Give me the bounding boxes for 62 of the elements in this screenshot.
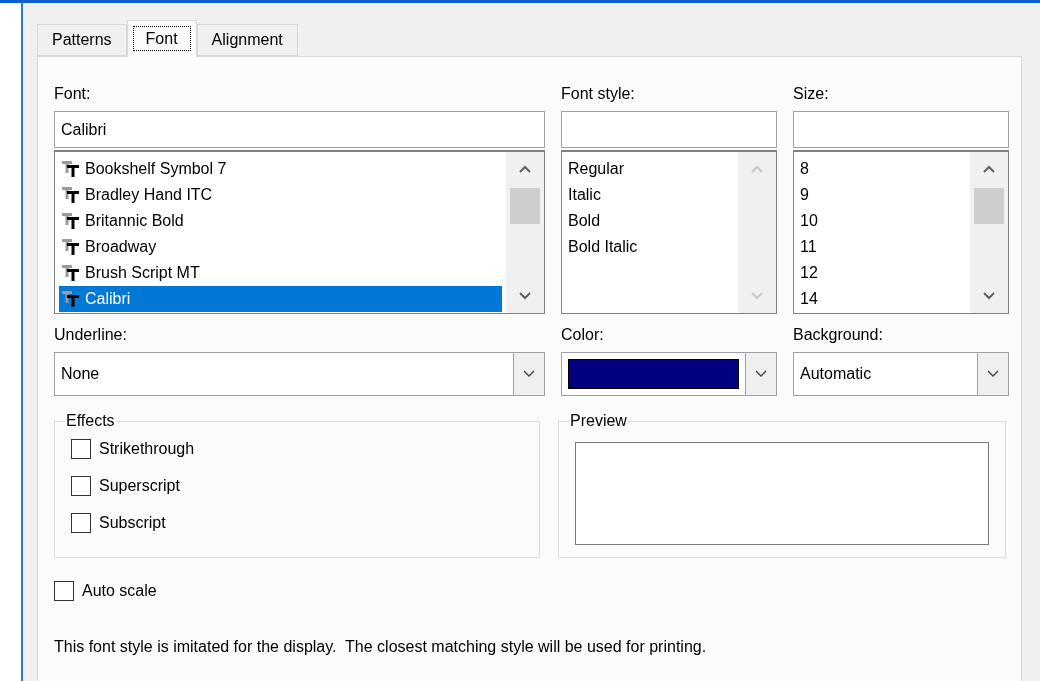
checkbox[interactable] [71,439,91,459]
list-item[interactable]: 14 [798,286,966,312]
checkbox-label: Auto scale [82,582,157,600]
input-field[interactable] [793,111,1009,148]
scroll-thumb[interactable] [974,188,1004,224]
scroll-up-icon[interactable] [982,164,996,174]
list-item[interactable]: 9 [798,182,966,208]
list-item[interactable]: Bookshelf Symbol 7 [59,156,502,182]
input-field[interactable]: Calibri [54,111,545,148]
double-t-icon [61,289,81,309]
list-item[interactable]: Bradley Hand ITC [59,182,502,208]
list-item[interactable]: Broadway [59,234,502,260]
checkbox[interactable] [71,513,91,533]
list-item[interactable]: 8 [798,156,966,182]
list-item[interactable]: Bold [566,208,734,234]
dropdown[interactable]: Automatic [793,352,1009,396]
group-title: Effects [65,412,116,430]
caret-icon [755,370,767,378]
checkbox-label: Superscript [99,477,180,495]
tab[interactable]: Alignment [196,24,298,56]
field-label: Underline: [54,325,128,345]
scrollbar[interactable] [506,152,544,313]
group-title: Preview [569,412,628,430]
scrollbar[interactable] [970,152,1008,313]
caret-icon [987,370,999,378]
dropdown[interactable] [561,352,777,396]
field-label: Background: [793,325,884,345]
list-box[interactable]: Regular Italic Bold Bold Italic [561,150,777,314]
field-label: Font style: [561,84,636,104]
input-field[interactable] [561,111,777,148]
scroll-down-icon[interactable] [518,291,532,301]
checkbox[interactable] [71,476,91,496]
list-item[interactable]: Britannic Bold [59,208,502,234]
double-t-icon [61,159,81,179]
dropdown[interactable]: None [54,352,545,396]
list-item[interactable]: Italic [566,182,734,208]
scroll-down-icon[interactable] [982,291,996,301]
double-t-icon [61,185,81,205]
list-box[interactable]: Bookshelf Symbol 7 Bradley Hand ITC Britannic Bold Broadway Brush Script MT Calibri [54,150,545,314]
info-text: This font style is imitated for the display. The closest matching style will be used for printing. [54,638,708,656]
scroll-up-icon[interactable] [518,164,532,174]
list-item[interactable]: 12 [798,260,966,286]
list-item[interactable]: 11 [798,234,966,260]
checkbox[interactable] [54,581,74,601]
tab[interactable]: Patterns [37,24,127,56]
field-label: Color: [561,325,605,345]
caret-icon [523,370,535,378]
list-item[interactable]: Calibri [59,286,502,312]
list-item[interactable]: Bold Italic [566,234,734,260]
list-item[interactable]: Regular [566,156,734,182]
tab[interactable]: Font [126,20,197,57]
double-t-icon [61,263,81,283]
list-item[interactable]: Brush Script MT [59,260,502,286]
field-label: Font: [54,84,92,104]
checkbox-label: Strikethrough [99,440,195,458]
double-t-icon [61,237,81,257]
list-box[interactable]: 8 9 10 11 12 14 [793,150,1009,314]
scroll-thumb[interactable] [510,188,540,224]
double-t-icon [61,211,81,231]
list-item[interactable]: 10 [798,208,966,234]
field-label: Size: [793,84,830,104]
checkbox-label: Subscript [99,514,166,532]
